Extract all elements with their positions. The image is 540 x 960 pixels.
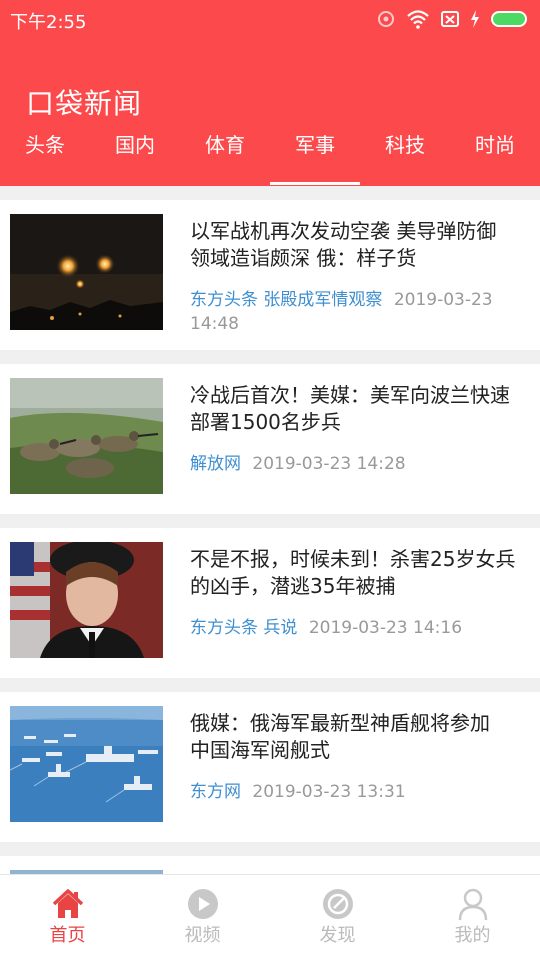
- news-source: 东方网: [190, 782, 241, 802]
- news-time: 14:48: [190, 314, 239, 334]
- news-title[interactable]: 不是不报，时候未到！杀害25岁女兵 的凶手，潜逃35年被捕: [190, 546, 540, 600]
- news-item[interactable]: 冷战后首次！美媒：美军向波兰快速 部署1500名步兵 解放网 2019-03-2…: [0, 364, 540, 514]
- app-header: 下午2:55 口袋新闻 头条 国内 体育 军事 科技 时尚: [0, 0, 540, 186]
- wifi-icon: [407, 10, 429, 29]
- play-icon: [187, 889, 218, 919]
- tabbar-home-label: 首页: [49, 925, 86, 946]
- sim-x-icon: [441, 11, 459, 27]
- news-thumbnail: [10, 378, 163, 494]
- app-title: 口袋新闻: [26, 87, 143, 120]
- news-source: 东方头条 兵说: [190, 618, 298, 638]
- night-sky-image: [10, 214, 163, 330]
- news-meta: 解放网 2019-03-23 14:28: [190, 452, 530, 476]
- tabbar-me[interactable]: 我的: [405, 875, 540, 960]
- tabbar-me-label: 我的: [454, 925, 491, 946]
- news-source: 东方头条 张殿成军情观察: [190, 290, 383, 310]
- tabbar-home[interactable]: 首页: [0, 875, 135, 960]
- news-meta: 东方网 2019-03-23 13:31: [190, 780, 530, 804]
- news-date: 2019-03-23 13:31: [252, 782, 406, 802]
- status-icons: [376, 8, 530, 30]
- news-title[interactable]: 俄媒：俄海军最新型神盾舰将参加 中国海军阅舰式: [190, 710, 540, 764]
- battery-icon: [491, 11, 527, 27]
- news-title[interactable]: 冷战后首次！美媒：美军向波兰快速 部署1500名步兵: [190, 382, 540, 436]
- news-meta: 东方头条 兵说 2019-03-23 14:16: [190, 616, 530, 640]
- alarm-icon: [378, 11, 394, 27]
- status-time: 下午2:55: [10, 12, 87, 33]
- news-item[interactable]: 以军战机再次发动空袭 美导弹防御 领域造诣颇深 俄：样子货 东方头条 张殿成军情…: [0, 200, 540, 350]
- news-feed[interactable]: 以军战机再次发动空袭 美导弹防御 领域造诣颇深 俄：样子货 东方头条 张殿成军情…: [0, 186, 540, 874]
- status-bar: 下午2:55: [0, 0, 540, 38]
- fleet-image: [10, 706, 163, 822]
- news-date: 2019-03-23 14:16: [308, 618, 463, 638]
- news-source: 解放网: [190, 454, 241, 474]
- charging-icon: [471, 10, 479, 28]
- tab-fashion[interactable]: 时尚: [450, 128, 540, 186]
- home-icon: [52, 889, 83, 918]
- news-item-partial[interactable]: [0, 856, 540, 874]
- compass-icon: [322, 889, 353, 919]
- news-item[interactable]: 不是不报，时候未到！杀害25岁女兵 的凶手，潜逃35年被捕 东方头条 兵说 20…: [0, 528, 540, 678]
- news-thumbnail: [10, 706, 163, 822]
- tabbar-video[interactable]: 视频: [135, 875, 270, 960]
- tabbar-discover[interactable]: 发现: [270, 875, 405, 960]
- user-icon: [458, 888, 487, 921]
- portrait-image: [10, 542, 163, 658]
- bottom-tab-bar: 首页 视频 发现 我的: [0, 874, 540, 960]
- news-item[interactable]: 俄媒：俄海军最新型神盾舰将参加 中国海军阅舰式 东方网 2019-03-23 1…: [0, 692, 540, 842]
- soldiers-image: [10, 378, 163, 494]
- news-thumbnail: [10, 214, 163, 330]
- category-tabs: 头条 国内 体育 军事 科技 时尚: [0, 128, 540, 186]
- tab-technology[interactable]: 科技: [360, 128, 450, 186]
- news-date: 2019-03-23: [393, 290, 493, 310]
- tab-headlines[interactable]: 头条: [0, 128, 90, 186]
- tabbar-video-label: 视频: [184, 925, 221, 946]
- news-date: 2019-03-23 14:28: [252, 454, 406, 474]
- tab-sports[interactable]: 体育: [180, 128, 270, 186]
- tab-domestic[interactable]: 国内: [90, 128, 180, 186]
- tab-military[interactable]: 军事: [270, 128, 360, 186]
- news-title[interactable]: 以军战机再次发动空袭 美导弹防御 领域造诣颇深 俄：样子货: [190, 218, 540, 272]
- tabbar-discover-label: 发现: [319, 925, 356, 946]
- news-meta: 东方头条 张殿成军情观察 2019-03-23 14:48: [190, 288, 530, 336]
- news-thumbnail: [10, 542, 163, 658]
